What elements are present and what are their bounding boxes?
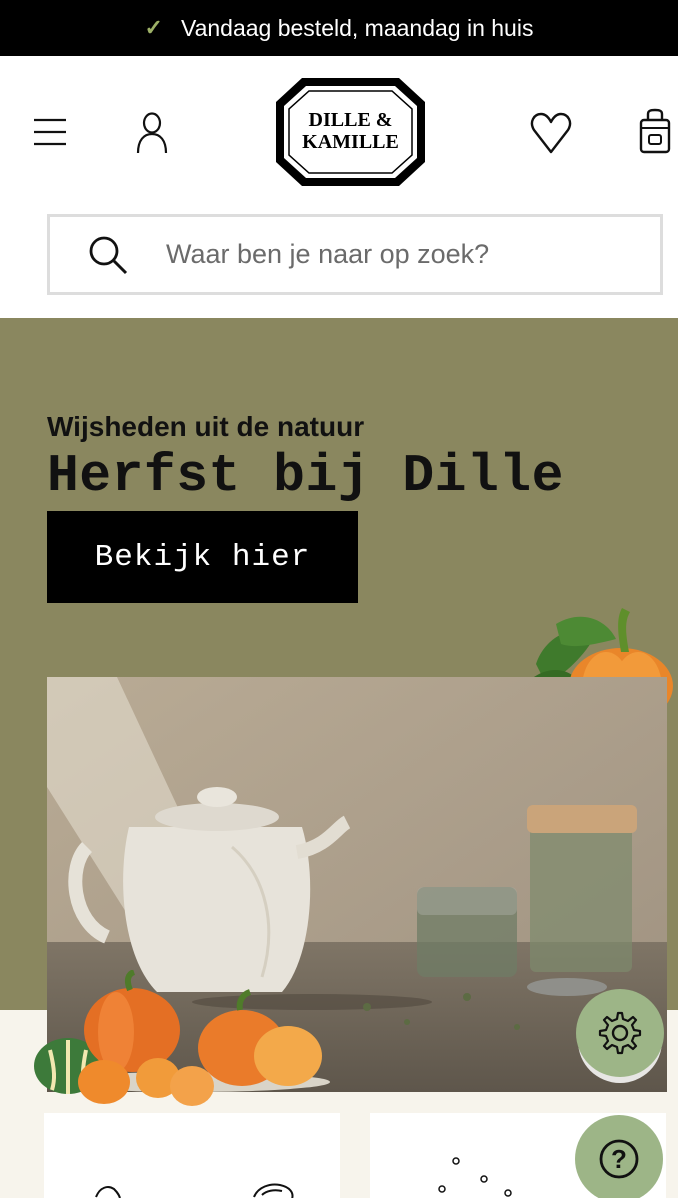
announcement-bar: ✓ Vandaag besteld, maandag in huis (0, 0, 678, 56)
logo[interactable]: DILLE & KAMILLE (274, 76, 427, 188)
site-header: DILLE & KAMILLE (0, 56, 678, 206)
logo-line-1: DILLE & (308, 109, 393, 131)
hero-cta-button[interactable]: Bekijk hier (47, 511, 358, 603)
hero-title: Herfst bij Dille (47, 446, 564, 506)
category-card[interactable] (44, 1113, 340, 1198)
search-box[interactable] (47, 214, 663, 295)
check-icon: ✓ (144, 15, 163, 40)
heart-icon[interactable] (528, 110, 574, 156)
svg-text:?: ? (611, 1144, 627, 1174)
announcement-text: Vandaag besteld, maandag in huis (180, 14, 534, 41)
user-icon[interactable] (130, 110, 174, 156)
hamburger-icon[interactable] (30, 114, 70, 150)
pumpkins-decoration (30, 969, 340, 1110)
search-input[interactable] (166, 239, 636, 270)
logo-line-2: KAMILLE (302, 131, 399, 153)
shopping-bag-icon[interactable] (636, 106, 674, 156)
hero-subtitle: Wijsheden uit de natuur (47, 411, 365, 442)
question-icon[interactable]: ? (575, 1115, 663, 1198)
search-icon[interactable] (50, 235, 166, 275)
gear-icon[interactable] (576, 989, 664, 1077)
